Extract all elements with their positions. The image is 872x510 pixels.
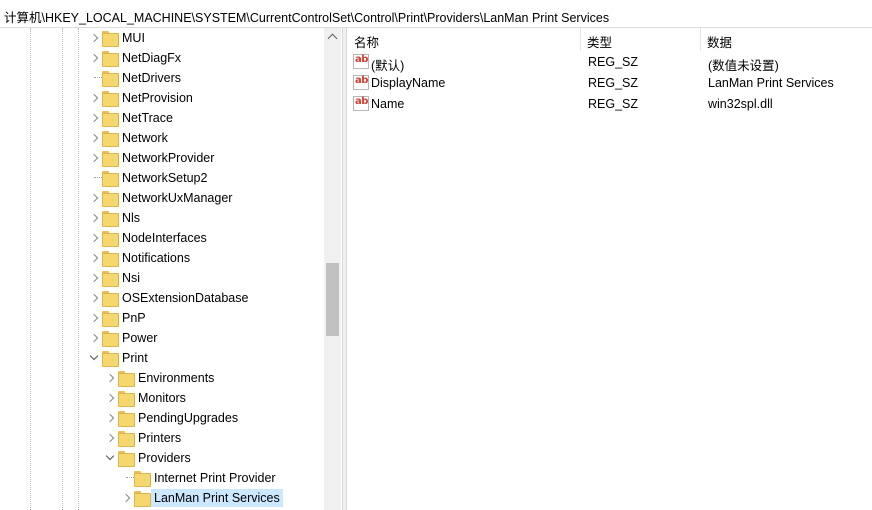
tree-item-networkuxmanager[interactable]: NetworkUxManager bbox=[0, 188, 324, 208]
value-data: (数值未设置) bbox=[708, 59, 779, 73]
tree-item-nls[interactable]: Nls bbox=[0, 208, 324, 228]
registry-tree[interactable]: MUI NetDiagFx NetDrivers NetProvision Ne… bbox=[0, 28, 342, 510]
chevron-right-icon[interactable] bbox=[120, 488, 134, 508]
chevron-right-icon[interactable] bbox=[104, 428, 118, 448]
chevron-right-icon[interactable] bbox=[88, 308, 102, 328]
column-header-data[interactable]: 数据 bbox=[701, 28, 872, 51]
tree-item-network[interactable]: Network bbox=[0, 128, 324, 148]
chevron-right-icon[interactable] bbox=[88, 208, 102, 228]
chevron-right-icon[interactable] bbox=[88, 148, 102, 168]
folder-icon bbox=[102, 50, 119, 67]
folder-icon bbox=[102, 170, 119, 187]
folder-icon bbox=[134, 490, 151, 507]
list-row[interactable]: ab Name REG_SZ win32spl.dll bbox=[348, 94, 872, 114]
folder-icon bbox=[102, 210, 119, 227]
column-header-name[interactable]: 名称 bbox=[348, 28, 581, 51]
folder-icon bbox=[134, 470, 151, 487]
tree-item-networksetup2[interactable]: NetworkSetup2 bbox=[0, 168, 324, 188]
tree-item-osextensiondatabase[interactable]: OSExtensionDatabase bbox=[0, 288, 324, 308]
value-name: (默认) bbox=[371, 59, 405, 73]
tree-item-lanman-print-services[interactable]: LanMan Print Services bbox=[0, 488, 324, 508]
chevron-right-icon[interactable] bbox=[88, 248, 102, 268]
address-bar[interactable]: 计算机\HKEY_LOCAL_MACHINE\SYSTEM\CurrentCon… bbox=[0, 0, 872, 28]
chevron-right-icon[interactable] bbox=[88, 228, 102, 248]
chevron-right-icon[interactable] bbox=[104, 408, 118, 428]
folder-icon bbox=[102, 110, 119, 127]
tree-item-internet-print-provider[interactable]: Internet Print Provider bbox=[0, 468, 324, 488]
folder-icon bbox=[102, 290, 119, 307]
folder-icon bbox=[102, 30, 119, 47]
scrollbar-thumb[interactable] bbox=[326, 263, 339, 336]
tree-item-mui[interactable]: MUI bbox=[0, 28, 324, 48]
folder-icon bbox=[102, 90, 119, 107]
list-header: 名称 类型 数据 bbox=[348, 28, 872, 51]
tree-item-printers[interactable]: Printers bbox=[0, 428, 324, 448]
list-row[interactable]: ab (默认) REG_SZ (数值未设置) bbox=[348, 52, 872, 73]
chevron-right-icon[interactable] bbox=[88, 328, 102, 348]
folder-icon bbox=[102, 230, 119, 247]
folder-icon bbox=[102, 150, 119, 167]
folder-open-icon bbox=[118, 450, 135, 467]
value-type: REG_SZ bbox=[588, 76, 639, 90]
tree-item-nettrace[interactable]: NetTrace bbox=[0, 108, 324, 128]
tree-item-netprovision[interactable]: NetProvision bbox=[0, 88, 324, 108]
string-value-icon: ab bbox=[353, 75, 369, 90]
chevron-down-icon[interactable] bbox=[88, 348, 102, 368]
tree-item-print[interactable]: Print bbox=[0, 348, 324, 368]
tree-item-notifications[interactable]: Notifications bbox=[0, 248, 324, 268]
chevron-right-icon[interactable] bbox=[88, 28, 102, 48]
string-value-icon: ab bbox=[353, 54, 369, 69]
list-row[interactable]: ab DisplayName REG_SZ LanMan Print Servi… bbox=[348, 73, 872, 93]
pane-splitter[interactable] bbox=[342, 28, 347, 510]
folder-icon bbox=[118, 370, 135, 387]
tree-item-netdrivers[interactable]: NetDrivers bbox=[0, 68, 324, 88]
column-header-type[interactable]: 类型 bbox=[581, 28, 701, 51]
folder-icon bbox=[102, 130, 119, 147]
tree-item-pendingupgrades[interactable]: PendingUpgrades bbox=[0, 408, 324, 428]
folder-icon bbox=[102, 310, 119, 327]
tree-item-pnp[interactable]: PnP bbox=[0, 308, 324, 328]
tree-item-networkprovider[interactable]: NetworkProvider bbox=[0, 148, 324, 168]
folder-icon bbox=[102, 250, 119, 267]
value-data: LanMan Print Services bbox=[708, 76, 834, 90]
chevron-down-icon[interactable] bbox=[104, 448, 118, 468]
tree-item-netdiagfx[interactable]: NetDiagFx bbox=[0, 48, 324, 68]
folder-icon bbox=[102, 330, 119, 347]
folder-icon bbox=[118, 430, 135, 447]
tree-item-environments[interactable]: Environments bbox=[0, 368, 324, 388]
folder-icon bbox=[118, 390, 135, 407]
value-type: REG_SZ bbox=[588, 55, 639, 69]
chevron-right-icon[interactable] bbox=[88, 268, 102, 288]
tree-item-monitors[interactable]: Monitors bbox=[0, 388, 324, 408]
folder-open-icon bbox=[102, 350, 119, 367]
address-path[interactable]: 计算机\HKEY_LOCAL_MACHINE\SYSTEM\CurrentCon… bbox=[4, 7, 609, 26]
value-type: REG_SZ bbox=[588, 97, 639, 111]
chevron-right-icon[interactable] bbox=[88, 88, 102, 108]
folder-icon bbox=[102, 190, 119, 207]
folder-icon bbox=[102, 270, 119, 287]
string-value-icon: ab bbox=[353, 96, 369, 111]
chevron-right-icon[interactable] bbox=[88, 188, 102, 208]
chevron-right-icon[interactable] bbox=[104, 388, 118, 408]
folder-icon bbox=[102, 70, 119, 87]
chevron-right-icon[interactable] bbox=[88, 108, 102, 128]
chevron-right-icon[interactable] bbox=[88, 288, 102, 308]
chevron-right-icon[interactable] bbox=[88, 48, 102, 68]
value-name: DisplayName bbox=[371, 76, 446, 90]
value-data: win32spl.dll bbox=[708, 97, 773, 111]
value-name: Name bbox=[371, 97, 405, 111]
tree-scrollbar[interactable] bbox=[324, 28, 341, 510]
folder-icon bbox=[118, 410, 135, 427]
tree-item-providers[interactable]: Providers bbox=[0, 448, 324, 468]
tree-item-power[interactable]: Power bbox=[0, 328, 324, 348]
chevron-right-icon[interactable] bbox=[88, 128, 102, 148]
values-list[interactable]: 名称 类型 数据 ab (默认) REG_SZ (数值未设置) ab Displ… bbox=[348, 28, 872, 510]
scroll-up-arrow-icon[interactable] bbox=[324, 28, 341, 45]
tree-item-nodeinterfaces[interactable]: NodeInterfaces bbox=[0, 228, 324, 248]
chevron-right-icon[interactable] bbox=[104, 368, 118, 388]
tree-item-nsi[interactable]: Nsi bbox=[0, 268, 324, 288]
